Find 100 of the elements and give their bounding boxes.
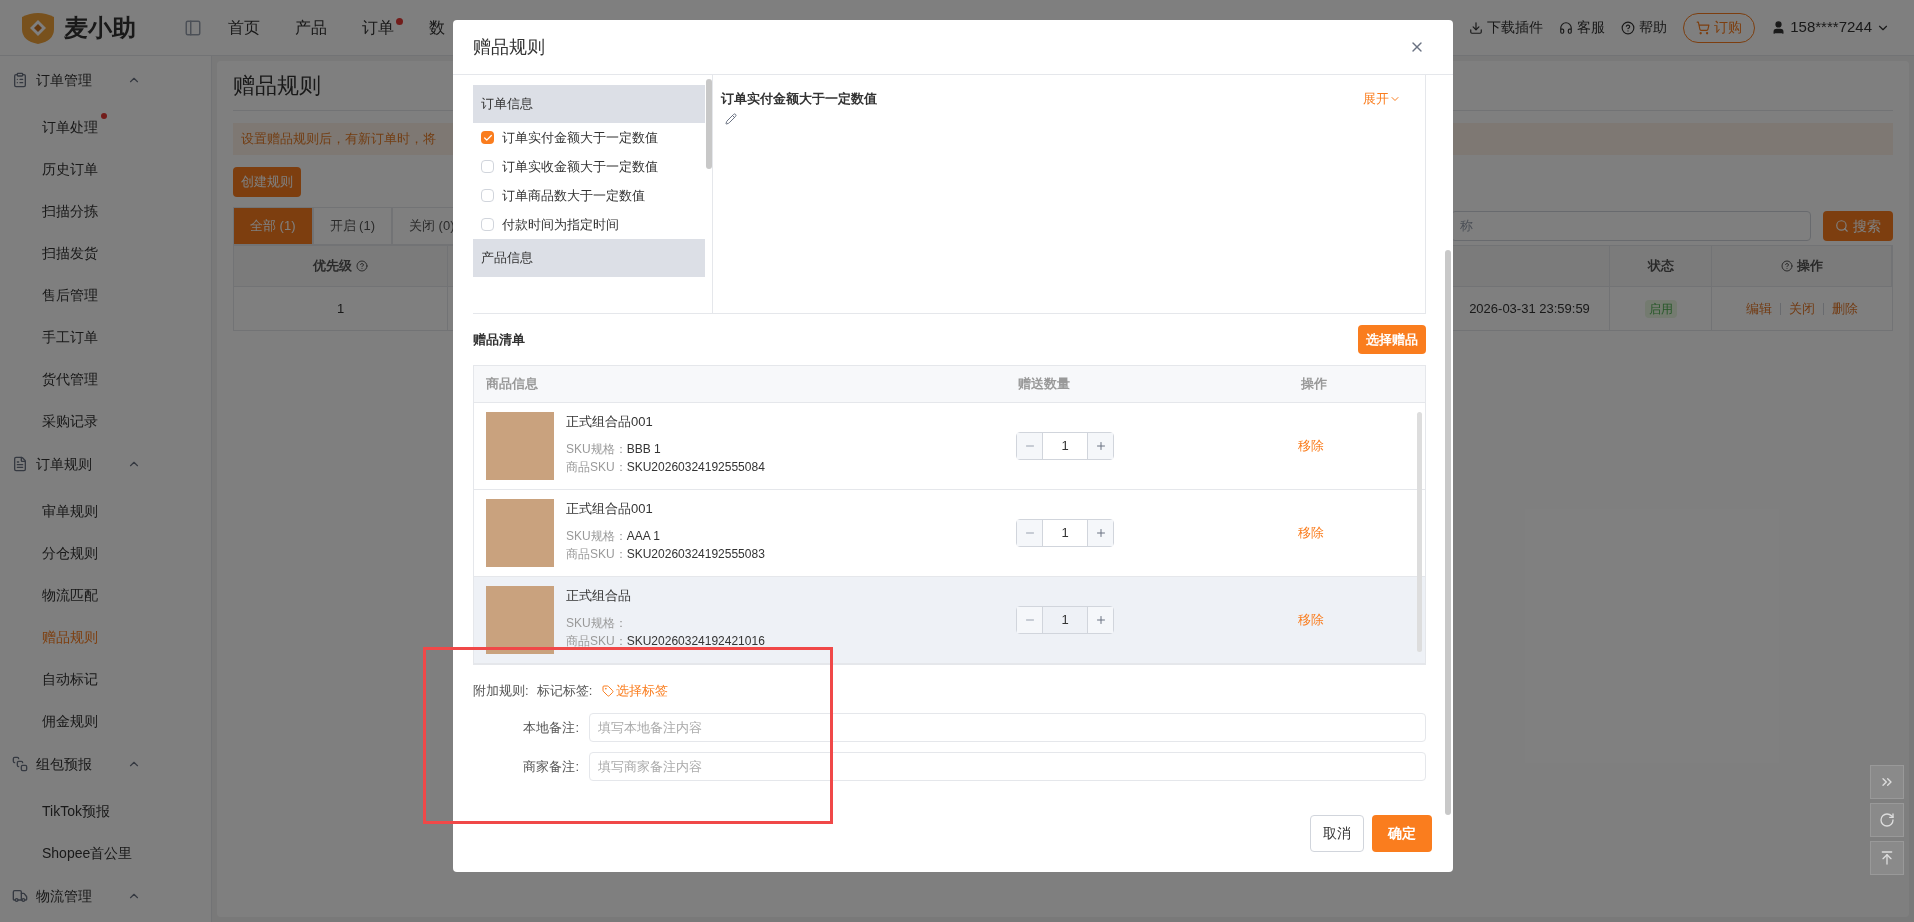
select-tag-link[interactable]: 选择标签 (602, 681, 669, 701)
tag-icon (602, 685, 615, 697)
field-label: 标记标签: (536, 682, 593, 701)
side-tool-button[interactable] (1870, 765, 1904, 799)
scrollbar-thumb[interactable] (1417, 412, 1422, 652)
row-action-link[interactable]: 编辑 (1746, 298, 1772, 319)
remark-input[interactable]: 填写本地备注内容 (589, 713, 1426, 742)
column-header: 状态 (1647, 257, 1674, 276)
row-action-link[interactable]: 关闭 (1789, 298, 1815, 319)
stacked-squares-icon (12, 756, 28, 772)
sidebar-item[interactable]: 手工订单 (42, 322, 107, 348)
detail-title: 订单实付金额大于一定数值 (721, 90, 877, 108)
condition-label[interactable]: 订单实付金额大于一定数值 (502, 127, 658, 148)
check-icon (482, 132, 493, 143)
help-icon[interactable] (1780, 260, 1793, 272)
sidebar-item[interactable]: 订单处理 (42, 112, 107, 138)
side-tool-button[interactable] (1870, 803, 1904, 837)
sku-spec: SKU规格：BBB 1 (566, 440, 662, 458)
sidebar-collapse-icon[interactable] (184, 18, 202, 37)
quantity-stepper[interactable]: 1 (1016, 519, 1114, 547)
plus-icon[interactable] (1094, 614, 1107, 626)
select-gift-button[interactable]: 选择赠品 (1358, 325, 1426, 354)
gift-row[interactable]: 正式组合品 SKU规格： 商品SKU：SKU20260324192421016 1 移除 (474, 577, 1425, 664)
nav-link[interactable]: 订单 (362, 15, 403, 40)
photo-placeholder (486, 412, 554, 480)
sidebar-group[interactable]: 组包预报 (0, 740, 211, 788)
sidebar-item[interactable]: 采购记录 (42, 406, 107, 432)
sidebar-item[interactable]: 物流匹配 (42, 580, 107, 606)
field-label: 商家备注: (522, 757, 580, 776)
user-icon (1771, 20, 1787, 35)
sidebar-item[interactable]: 售后管理 (42, 280, 107, 306)
header-link[interactable]: 客服 (1559, 17, 1606, 38)
nav-link[interactable]: 数 (429, 15, 454, 40)
expand-toggle[interactable]: 展开 (1363, 89, 1401, 109)
field-label: 附加规则: (473, 682, 529, 701)
side-tool-button[interactable] (1870, 841, 1904, 875)
nav-link[interactable]: 首页 (228, 15, 269, 40)
search-icon (1835, 219, 1849, 233)
checkbox[interactable] (481, 218, 494, 231)
checkbox[interactable] (481, 189, 494, 202)
sku-spec: SKU规格：AAA 1 (566, 527, 662, 545)
header-link[interactable]: 帮助 (1621, 17, 1668, 38)
cart-icon (1696, 20, 1711, 35)
column-header: 操作 (1300, 375, 1328, 394)
sidebar-item[interactable]: 分仓规则 (42, 538, 107, 564)
edit-icon[interactable] (725, 112, 737, 125)
cancel-button[interactable]: 取消 (1310, 815, 1364, 852)
plus-icon[interactable] (1094, 440, 1107, 452)
truck-icon (12, 888, 28, 904)
row-action-link[interactable]: 删除 (1832, 298, 1858, 319)
checkbox[interactable] (481, 160, 494, 173)
help-icon (1621, 20, 1636, 35)
section-title: 赠品清单 (473, 330, 525, 349)
sidebar-item[interactable]: 扫描发货 (42, 238, 107, 264)
headset-icon (1559, 20, 1574, 35)
product-name: 正式组合品001 (566, 500, 654, 518)
sidebar-item[interactable]: 历史订单 (42, 154, 107, 180)
condition-label[interactable]: 付款时间为指定时间 (502, 214, 619, 235)
remove-link[interactable]: 移除 (1166, 523, 1413, 543)
plus-icon[interactable] (1094, 527, 1107, 539)
remark-input[interactable]: 填写商家备注内容 (589, 752, 1426, 781)
logo-text: 麦小助 (64, 12, 136, 43)
quantity-stepper[interactable]: 1 (1016, 432, 1114, 460)
column-header: 商品信息 (486, 375, 539, 394)
quantity-stepper[interactable]: 1 (1016, 606, 1114, 634)
document-icon (12, 456, 28, 472)
sidebar-group[interactable]: 订单管理 (0, 56, 211, 104)
column-header: 赠送数量 (1017, 375, 1071, 394)
sidebar-group[interactable]: 物流管理 (0, 872, 211, 920)
help-icon[interactable] (356, 260, 368, 272)
sidebar-item[interactable]: TikTok预报 (42, 796, 119, 822)
condition-label[interactable]: 订单实收金额大于一定数值 (502, 156, 658, 177)
column-header: 操作 (1780, 256, 1823, 276)
checkbox[interactable] (481, 131, 494, 144)
status-badge: 启用 (1644, 299, 1677, 318)
sidebar-item[interactable]: 货代管理 (42, 364, 107, 390)
scrollbar-thumb[interactable] (1445, 250, 1451, 815)
condition-label[interactable]: 订单商品数大于一定数值 (502, 185, 645, 206)
sidebar-item[interactable]: 佣金规则 (42, 706, 107, 732)
remove-link[interactable]: 移除 (1166, 610, 1413, 630)
product-sku: 商品SKU：SKU20260324192555083 (566, 545, 765, 563)
sidebar-group[interactable]: 订单规则 (0, 440, 211, 488)
nav-link[interactable]: 产品 (295, 15, 336, 40)
table-cell-text: 1 (336, 299, 345, 318)
header-link[interactable]: 下载插件 (1469, 17, 1544, 38)
user-menu[interactable]: 158****7244 (1771, 16, 1894, 39)
sidebar-item[interactable]: 审单规则 (42, 496, 107, 522)
filter-tab[interactable]: 开启 (1) (312, 207, 392, 245)
clipboard-icon (12, 72, 28, 88)
remove-link[interactable]: 移除 (1166, 436, 1413, 456)
product-sku: 商品SKU：SKU20260324192421016 (566, 632, 765, 650)
confirm-button[interactable]: 确定 (1372, 815, 1432, 852)
photo-placeholder (486, 586, 554, 654)
product-name: 正式组合品001 (566, 413, 654, 431)
sidebar-item[interactable]: Shopee首公里 (42, 838, 142, 864)
sidebar-item[interactable]: 扫描分拣 (42, 196, 107, 222)
scrollbar-thumb[interactable] (705, 79, 712, 169)
logo-icon (20, 10, 56, 45)
sidebar-item[interactable]: 自动标记 (42, 664, 107, 690)
column-header: 优先级 (313, 256, 368, 276)
